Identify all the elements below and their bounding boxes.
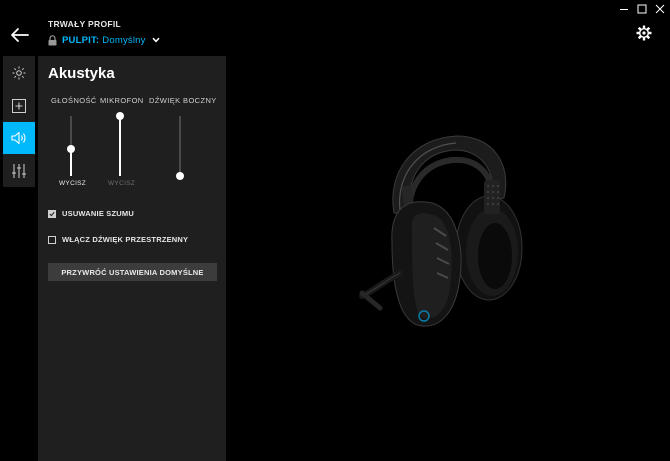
sidebar-item-acoustics[interactable]	[3, 122, 35, 154]
volume-label: GŁOŚNOŚĆ	[51, 96, 97, 105]
acoustics-panel: Akustyka GŁOŚNOŚĆ MIKROFON DŹWIĘK BOCZNY…	[38, 56, 226, 461]
profile-label: TRWAŁY PROFIL	[48, 19, 122, 29]
reset-defaults-button[interactable]: PRZYWRÓĆ USTAWIENIA DOMYŚLNE	[48, 263, 217, 281]
microphone-slider-handle[interactable]	[116, 112, 124, 120]
minimize-icon[interactable]	[617, 3, 631, 15]
plus-square-icon	[12, 99, 26, 113]
noise-cancel-checkbox[interactable]	[48, 209, 56, 218]
sliders-icon	[12, 164, 26, 178]
surround-checkbox[interactable]	[48, 235, 56, 244]
sidebar-item-lighting[interactable]	[3, 57, 35, 89]
speaker-icon	[11, 131, 26, 145]
noise-cancel-label: USUWANIE SZUMU	[62, 209, 134, 218]
surround-label: WŁĄCZ DŹWIĘK PRZESTRZENNY	[62, 235, 189, 244]
panel-title: Akustyka	[48, 65, 115, 82]
profile-key: PULPIT:	[62, 34, 100, 46]
sidetone-label: DŹWIĘK BOCZNY	[149, 96, 217, 105]
sun-icon	[12, 66, 26, 80]
microphone-label: MIKROFON	[100, 96, 144, 105]
profile-value: Domyślny	[102, 34, 146, 46]
lock-icon	[48, 34, 57, 45]
sidebar-item-equalizer[interactable]	[3, 155, 35, 187]
sidetone-slider-track[interactable]	[179, 116, 181, 176]
maximize-icon[interactable]	[635, 3, 649, 15]
back-arrow-icon[interactable]	[8, 25, 30, 45]
sidetone-slider-handle[interactable]	[176, 172, 184, 180]
sidebar	[3, 56, 35, 187]
headset-image	[359, 135, 523, 327]
gear-icon[interactable]	[636, 25, 652, 41]
sidebar-item-assignments[interactable]	[3, 90, 35, 122]
surround-option[interactable]: WŁĄCZ DŹWIĘK PRZESTRZENNY	[48, 235, 188, 244]
microphone-mute-toggle[interactable]: WYCISZ	[108, 180, 135, 187]
microphone-slider-fill	[119, 116, 121, 176]
volume-slider-handle[interactable]	[67, 145, 75, 153]
checkmark-icon	[49, 211, 55, 216]
volume-mute-toggle[interactable]: WYCISZ	[59, 180, 86, 187]
close-icon[interactable]	[653, 3, 667, 15]
profile-selector[interactable]: PULPIT: Domyślny	[48, 33, 160, 47]
chevron-down-icon[interactable]	[152, 37, 160, 43]
volume-slider-fill	[70, 149, 72, 176]
noise-cancel-option[interactable]: USUWANIE SZUMU	[48, 209, 134, 218]
